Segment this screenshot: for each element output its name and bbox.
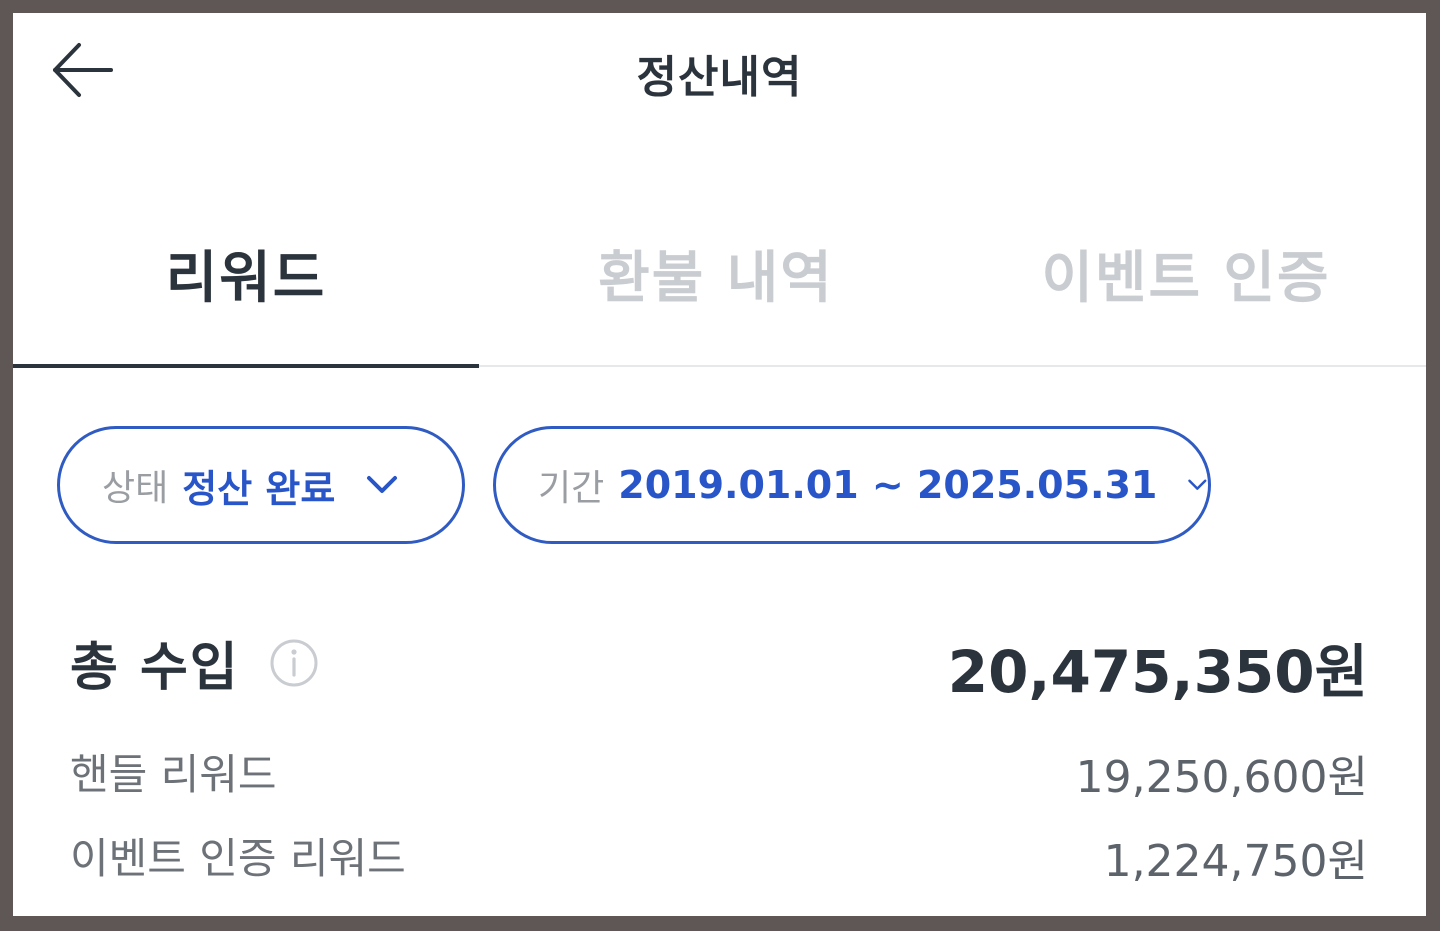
event-reward-amount: 1,224,750원: [1103, 836, 1368, 887]
period-filter-label: 기간: [538, 468, 605, 509]
total-income-amount: 20,475,350원: [947, 638, 1368, 706]
status-filter-value: 정산 완료: [182, 466, 336, 511]
page-title: 정산내역: [636, 52, 803, 103]
active-tab-indicator: [13, 364, 479, 368]
total-income-label: 총 수입: [70, 638, 240, 698]
event-reward-label: 이벤트 인증 리워드: [70, 834, 406, 883]
chevron-down-icon: [1188, 479, 1207, 490]
chevron-down-icon: [367, 476, 398, 493]
info-icon[interactable]: [269, 638, 319, 688]
status-filter-dropdown[interactable]: 상태 정산 완료: [57, 426, 465, 544]
tab-event-verification[interactable]: 이벤트 인증: [953, 233, 1419, 314]
handle-reward-amount: 19,250,600원: [1075, 752, 1368, 803]
header: 정산내역: [13, 13, 1426, 133]
tab-rewards[interactable]: 리워드: [13, 233, 479, 314]
info-circle-icon: [270, 639, 318, 687]
tab-refund-history[interactable]: 환불 내역: [483, 233, 949, 314]
handle-reward-label: 핸들 리워드: [70, 750, 277, 799]
status-filter-label: 상태: [102, 468, 169, 509]
screen-frame: 정산내역 리워드 환불 내역 이벤트 인증 상태 정산 완료 기간 2019.0…: [13, 13, 1426, 916]
period-filter-dropdown[interactable]: 기간 2019.01.01 ~ 2025.05.31: [493, 426, 1211, 544]
period-filter-value: 2019.01.01 ~ 2025.05.31: [618, 463, 1158, 507]
tab-bar: 리워드 환불 내역 이벤트 인증: [13, 203, 1426, 368]
